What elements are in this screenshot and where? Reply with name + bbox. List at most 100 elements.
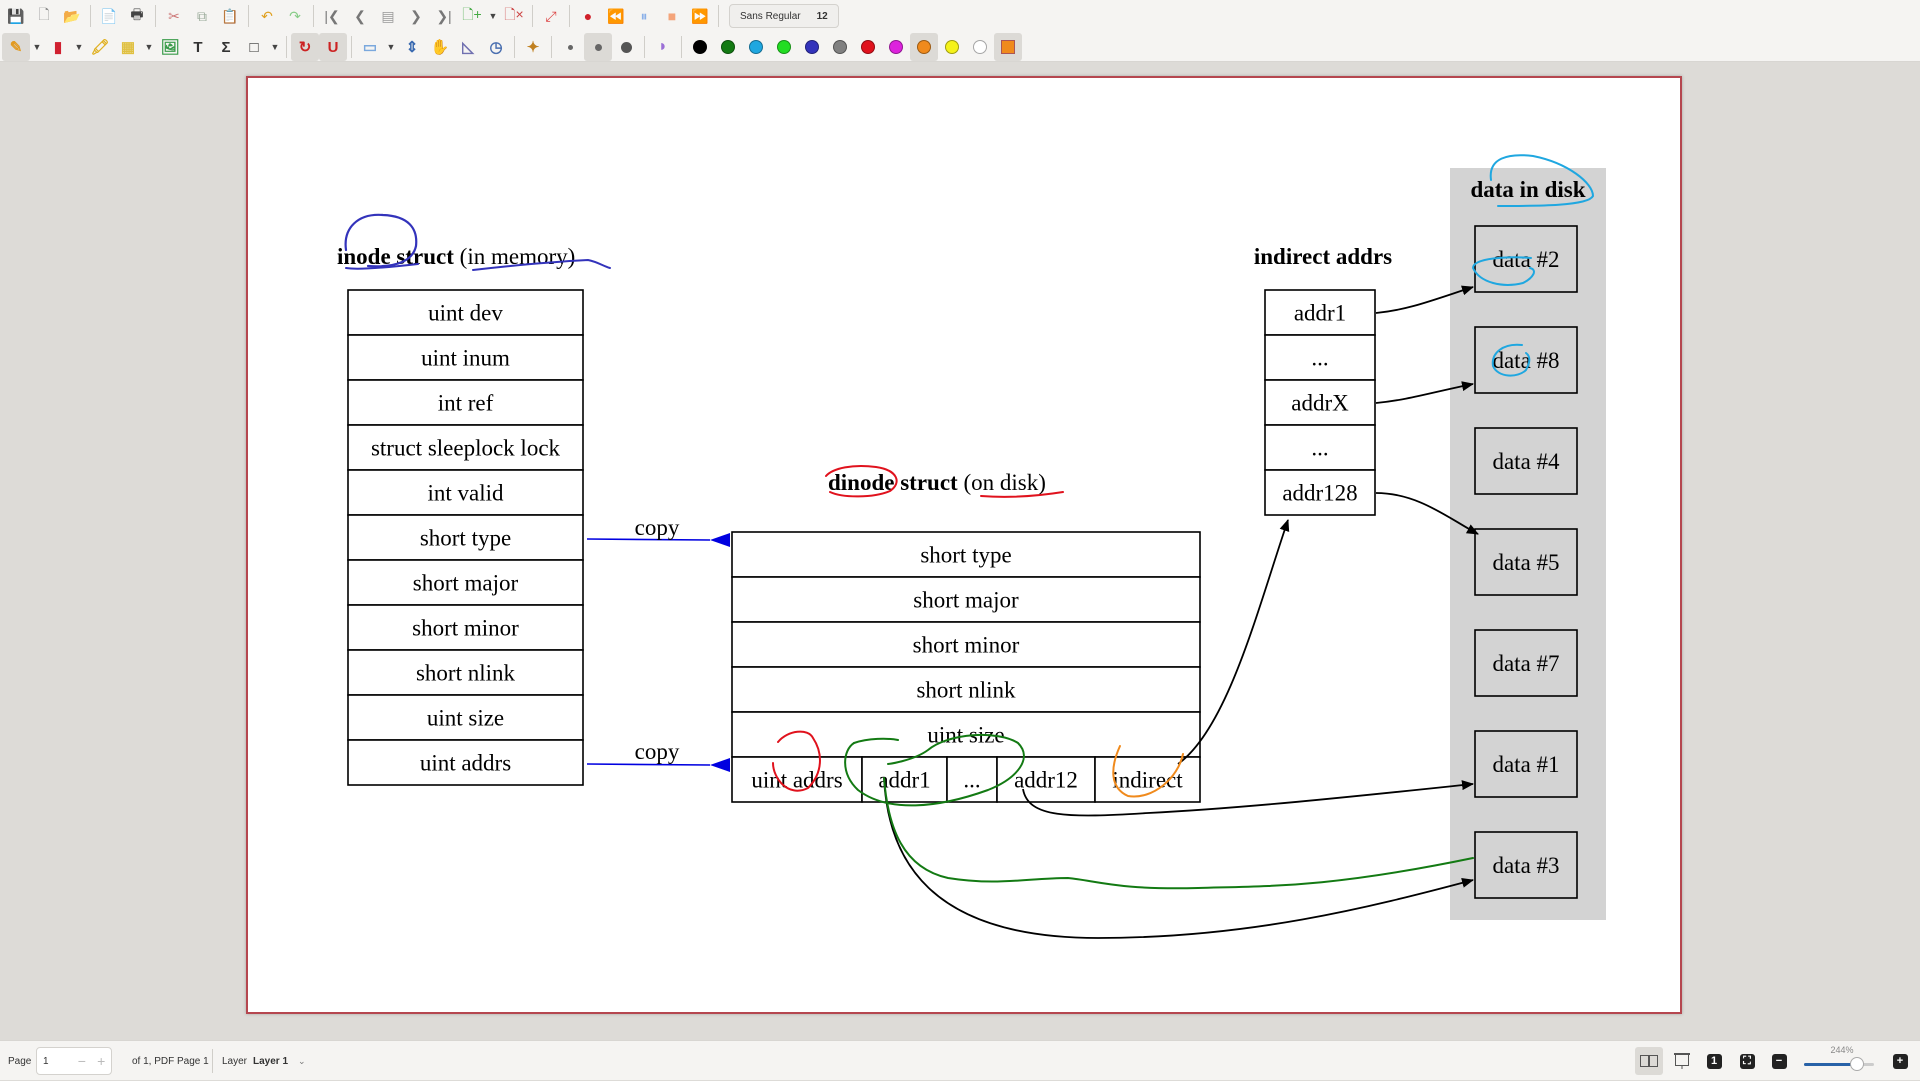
dinode-field-label: short minor [913, 633, 1020, 658]
font-selector-button[interactable]: Sans Regular 12 [729, 4, 839, 28]
indirect-addr-field-label: addr128 [1282, 481, 1357, 506]
select-rect-icon: ▭ [362, 39, 378, 56]
set-square-button[interactable]: ◺ [454, 33, 482, 61]
pen-tool-dropdown[interactable]: ▼ [30, 33, 44, 61]
dual-page-view-button[interactable] [1635, 1047, 1663, 1075]
add-page-dropdown[interactable]: ▼ [486, 2, 500, 30]
layer-label: Layer [222, 1055, 248, 1067]
shape-tool-button[interactable]: □ [240, 33, 268, 61]
ruler-snap-button[interactable]: U [319, 33, 347, 61]
new-page-icon: 🗋 [38, 6, 50, 22]
color-swatch-button[interactable] [910, 33, 938, 61]
next-page-button[interactable]: ❯ [402, 2, 430, 30]
zoom-fit-button[interactable]: ⛶ [1733, 1047, 1761, 1075]
redo-button[interactable]: ↷ [281, 2, 309, 30]
fast-forward-button[interactable]: ⏩ [686, 2, 714, 30]
select-region-tool-dropdown[interactable]: ▼ [142, 33, 156, 61]
zoom-slider[interactable]: 244% [1802, 1041, 1882, 1081]
zoom-slider-handle[interactable] [1849, 1057, 1864, 1071]
cut-button[interactable]: ✂ [160, 2, 188, 30]
layer-select[interactable]: Layer 1 [253, 1041, 288, 1081]
canvas-area[interactable]: data in disk data #2 data #8 data #4 data #… [0, 63, 1920, 1040]
color-swatch-button[interactable] [798, 33, 826, 61]
add-page-button[interactable]: 🗋+ [458, 2, 486, 30]
compass-button[interactable]: ◷ [482, 33, 510, 61]
previous-page-button[interactable]: ❮ [346, 2, 374, 30]
highlighter-tool-button[interactable]: 🖍 [86, 33, 114, 61]
eraser-tool-dropdown[interactable]: ▼ [72, 33, 86, 61]
select-region-tool-button[interactable]: ▦ [114, 33, 142, 61]
record-button[interactable]: ● [574, 2, 602, 30]
color-swatch-button[interactable] [826, 33, 854, 61]
layer-dropdown-icon[interactable]: ⌄ [298, 1041, 306, 1081]
pen-size-thick-button[interactable] [612, 33, 640, 61]
page-number-input[interactable]: 1 − + [36, 1047, 112, 1075]
select-rect-dropdown[interactable]: ▼ [384, 33, 398, 61]
disk-block-label: data #3 [1492, 853, 1559, 878]
zoom-out-button[interactable]: − [1765, 1047, 1793, 1075]
print-button[interactable]: 🖶 [123, 2, 151, 30]
copy-label-type: copy [635, 515, 680, 540]
dinode-title: dinode struct (on disk) [828, 470, 1046, 495]
select-region-tool-icon: ▦ [120, 39, 136, 56]
page-number-value[interactable]: 1 [37, 1056, 72, 1067]
save-button[interactable]: 💾 [2, 2, 30, 30]
open-folder-button[interactable]: 📂 [58, 2, 86, 30]
color-swatch-button[interactable] [854, 33, 882, 61]
color-swatch-button[interactable] [686, 33, 714, 61]
page-label: Page [8, 1055, 32, 1067]
goto-page-button[interactable]: ▤ [374, 2, 402, 30]
zoom-fit-icon: ⛶ [1739, 1053, 1755, 1069]
fill-toggle-button[interactable]: ◗ [649, 33, 677, 61]
select-rect-button[interactable]: ▭ [356, 33, 384, 61]
pen-size-medium-button[interactable] [584, 33, 612, 61]
pen-tool-button[interactable]: ✎ [2, 33, 30, 61]
pen-size-fine-button[interactable] [556, 33, 584, 61]
pause-button[interactable]: ⏸ [630, 2, 658, 30]
page-increment-button[interactable]: + [92, 1053, 111, 1069]
shape-tool-dropdown[interactable]: ▼ [268, 33, 282, 61]
font-size-label: 12 [816, 10, 828, 22]
color-swatch-button[interactable] [966, 33, 994, 61]
indirect-addr-field-label: addrX [1291, 391, 1349, 416]
toolbar-separator [644, 36, 645, 58]
shape-recognizer-button[interactable]: ↻ [291, 33, 319, 61]
color-swatch-button[interactable] [882, 33, 910, 61]
first-page-button[interactable]: |❮ [318, 2, 346, 30]
color-swatch-button[interactable] [742, 33, 770, 61]
dinode-field-label: short nlink [916, 678, 1016, 703]
disk-block-label: data #5 [1492, 550, 1559, 575]
color-swatch-button[interactable] [714, 33, 742, 61]
presentation-mode-button[interactable] [1668, 1047, 1696, 1075]
last-page-button[interactable]: ❯| [430, 2, 458, 30]
indirect-addr-field-label: addr1 [1294, 301, 1346, 326]
rewind-button[interactable]: ⏪ [602, 2, 630, 30]
paste-button[interactable]: 📋 [216, 2, 244, 30]
fullscreen-button[interactable]: ⤢ [537, 2, 565, 30]
export-pdf-button[interactable]: 📄 [95, 2, 123, 30]
color-swatch-button[interactable] [770, 33, 798, 61]
stop-button[interactable]: ■ [658, 2, 686, 30]
zoom-100-button[interactable]: 1 [1700, 1047, 1728, 1075]
undo-button[interactable]: ↶ [253, 2, 281, 30]
page[interactable]: data in disk data #2 data #8 data #4 data #… [246, 76, 1682, 1014]
hand-tool-button[interactable]: ✋ [426, 33, 454, 61]
toolbar-separator [718, 5, 719, 27]
new-page-button[interactable]: 🗋 [30, 2, 58, 30]
default-tool-button[interactable]: ✦ [519, 33, 547, 61]
vertical-space-button[interactable]: ⇕ [398, 33, 426, 61]
copy-button[interactable]: ⧉ [188, 2, 216, 30]
text-tool-button[interactable]: T [184, 33, 212, 61]
insert-image-button[interactable]: 🖼 [156, 33, 184, 61]
custom-color-button[interactable] [994, 33, 1022, 61]
inode-field-label: short major [413, 571, 519, 596]
eraser-tool-button[interactable]: ▮ [44, 33, 72, 61]
page-decrement-button[interactable]: − [72, 1053, 91, 1069]
copy-icon: ⧉ [197, 7, 207, 24]
latex-tool-button[interactable]: Σ [212, 33, 240, 61]
color-swatch-button[interactable] [938, 33, 966, 61]
delete-page-button[interactable]: 🗋× [500, 2, 528, 30]
zoom-in-button[interactable]: + [1886, 1047, 1914, 1075]
copy-arrowhead-type [710, 533, 730, 547]
dinode-field-label: short type [920, 543, 1011, 568]
